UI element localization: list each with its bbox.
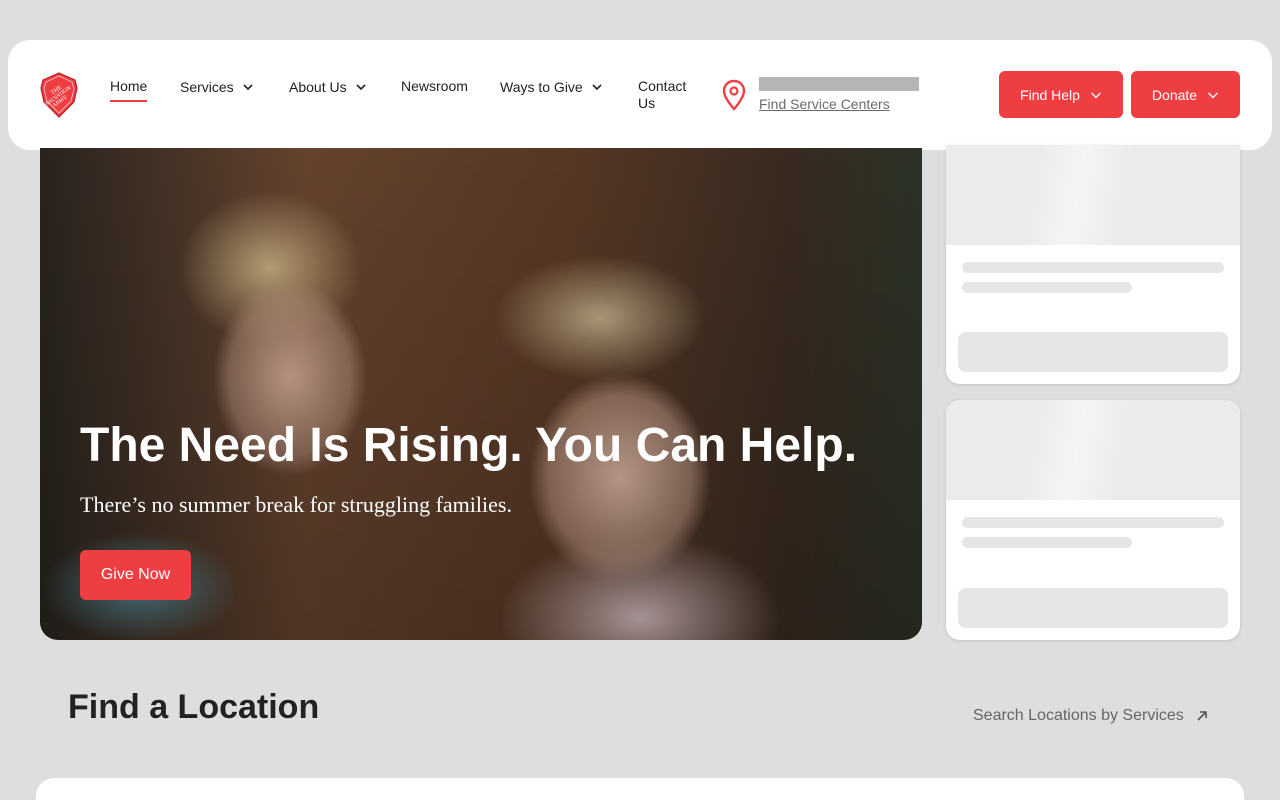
card-image-placeholder <box>946 400 1240 500</box>
location-panel <box>36 778 1244 800</box>
nav-contact-us[interactable]: Contact Us <box>638 78 698 112</box>
find-location-heading: Find a Location <box>68 688 320 726</box>
donate-label: Donate <box>1151 86 1198 103</box>
chevron-down-icon <box>1208 92 1219 98</box>
nav-contact-label: Contact Us <box>638 78 687 111</box>
nav-home-label: Home <box>110 78 148 94</box>
map-pin-icon <box>722 79 746 111</box>
location-loading-placeholder <box>759 77 919 91</box>
nav-newsroom-label: Newsroom <box>401 78 468 94</box>
arrow-up-right-icon <box>1197 711 1207 721</box>
donate-button[interactable]: Donate <box>1131 71 1240 118</box>
give-now-button[interactable]: Give Now <box>80 550 191 600</box>
nav-ways-label: Ways to Give <box>500 79 583 95</box>
card-button-placeholder <box>958 588 1228 628</box>
find-help-label: Find Help <box>1020 86 1080 103</box>
card-text-placeholder <box>962 262 1224 273</box>
chevron-down-icon <box>1090 92 1101 98</box>
hero-title: The Need Is Rising. You Can Help. <box>80 419 858 472</box>
nav-about-us[interactable]: About Us <box>289 79 367 95</box>
card-image-placeholder <box>946 145 1240 245</box>
find-service-centers-link[interactable]: Find Service Centers <box>759 96 890 112</box>
nav-newsroom[interactable]: Newsroom <box>401 78 468 94</box>
nav-services-label: Services <box>180 79 234 95</box>
nav-services[interactable]: Services <box>180 79 254 95</box>
nav-home[interactable]: Home <box>110 78 148 102</box>
chevron-down-icon <box>243 84 253 91</box>
search-locations-link[interactable]: Search Locations by Services <box>973 707 1210 725</box>
loading-card <box>946 400 1240 640</box>
salvation-army-logo[interactable]: THE SALVATION ARMY <box>39 72 79 118</box>
card-text-placeholder <box>962 537 1132 548</box>
card-text-placeholder <box>962 282 1132 293</box>
search-locations-label: Search Locations by Services <box>973 707 1184 724</box>
nav-ways-to-give[interactable]: Ways to Give <box>500 79 603 95</box>
chevron-down-icon <box>592 84 602 91</box>
site-header: THE SALVATION ARMY Home Services About U… <box>8 40 1272 150</box>
card-button-placeholder <box>958 332 1228 372</box>
hero-subtitle: There’s no summer break for struggling f… <box>80 492 512 517</box>
nav-about-label: About Us <box>289 79 347 95</box>
find-help-button[interactable]: Find Help <box>999 71 1123 118</box>
chevron-down-icon <box>356 84 366 91</box>
card-text-placeholder <box>962 517 1224 528</box>
loading-card <box>946 145 1240 384</box>
hero-banner: The Need Is Rising. You Can Help. There’… <box>40 148 922 640</box>
